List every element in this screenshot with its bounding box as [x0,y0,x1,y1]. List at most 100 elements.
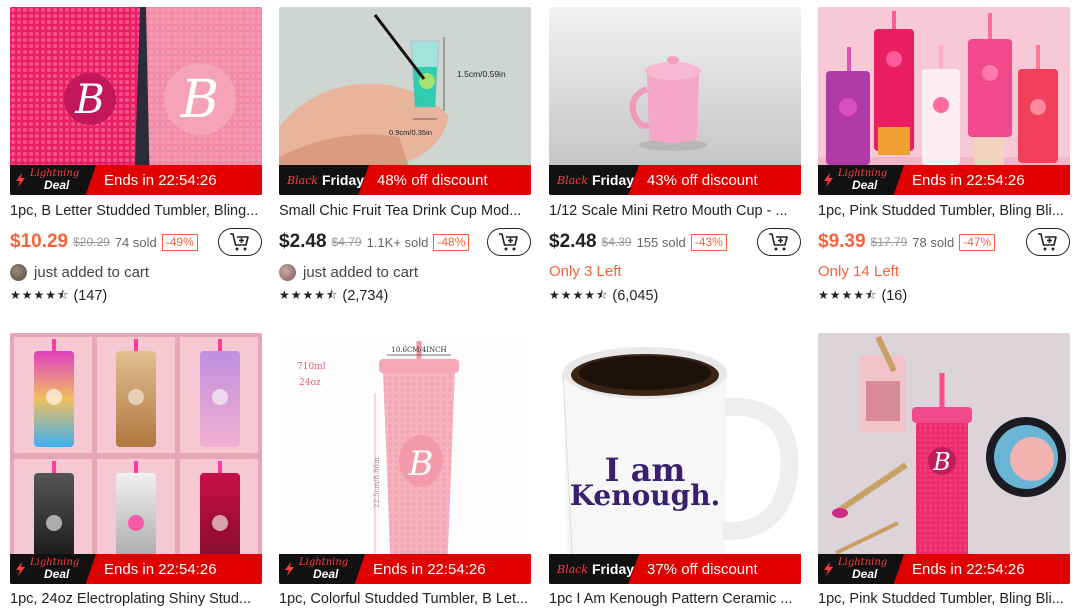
height-dimension-label: 22.5cm/8.86in [373,457,381,508]
product-card[interactable]: Black Friday 43% off discount 1/12 Scale… [549,7,801,305]
product-title[interactable]: 1pc, Pink Studded Tumbler, Bling Bli... [818,202,1070,221]
svg-text:B: B [180,70,219,130]
product-card[interactable]: B Lightning Deal Ends in 22:54:26 1pc, P… [818,333,1070,609]
badge-bottom-text: Deal [44,178,70,192]
lightning-deal-banner: Lightning Deal Ends in 22:54:26 [10,554,262,584]
lightning-deal-badge: Lightning Deal [279,554,365,584]
add-to-cart-button[interactable] [757,228,801,256]
rating: ★★★★⯪ (16) [818,287,1070,305]
product-card[interactable]: I am Kenough. Black Friday 37% off disco… [549,333,801,609]
original-price: $4.39 [601,235,632,249]
discount-badge: -43% [690,233,727,251]
price-row: $10.29 $20.29 74 sold -49% [10,228,262,256]
discount-badge: -47% [959,233,996,251]
badge-bottom-text: Friday [592,172,635,188]
star-rating-icon: ★★★★⯪ [10,287,70,302]
lightning-deal-banner: Lightning Deal Ends in 22:54:26 [818,165,1070,195]
product-card[interactable]: 1.5cm/0.59in 0.9cm/0.35in Black Friday 4… [279,7,531,305]
product-image[interactable]: I am Kenough. Black Friday 37% off disco… [549,333,801,584]
product-card[interactable]: Lightning Deal Ends in 22:54:26 1pc, 24o… [10,333,262,609]
lightning-icon [16,173,25,187]
price-row: $9.39 $17.79 78 sold -47% [818,228,1070,256]
product-image[interactable]: 1.5cm/0.59in 0.9cm/0.35in Black Friday 4… [279,7,531,195]
social-proof: just added to cart [279,263,531,281]
badge-bottom-text: Friday [322,172,365,188]
user-avatar [279,263,296,281]
add-to-cart-button[interactable] [487,228,531,256]
sale-price: $2.48 [279,231,327,252]
lightning-deal-badge: Lightning Deal [10,554,96,584]
volume-oz-label: 24oz [299,378,321,388]
pink-tumbler-dimensions-image: B 10.6CM/4INCH 710ml 24oz 22.5cm/8.86in [279,333,531,584]
product-title[interactable]: Small Chic Fruit Tea Drink Cup Mod... [279,202,531,221]
lightning-deal-banner: Lightning Deal Ends in 22:54:26 [10,165,262,195]
badge-bottom-text: Deal [852,567,878,581]
volume-ml-label: 710ml [297,362,326,372]
countdown-text: Ends in 22:54:26 [373,560,486,578]
product-image[interactable]: Lightning Deal Ends in 22:54:26 [10,333,262,584]
width-dimension-label: 10.6CM/4INCH [391,346,446,354]
product-title[interactable]: 1/12 Scale Mini Retro Mouth Cup - ... [549,202,801,221]
sale-price: $9.39 [818,231,866,252]
sold-count: 78 sold [912,234,955,250]
mug-text-line2: Kenough. [570,479,721,512]
countdown-text: Ends in 22:54:26 [104,171,217,189]
discount-badge: -49% [161,233,198,251]
product-card[interactable]: B 10.6CM/4INCH 710ml 24oz 22.5cm/8.86in … [279,333,531,609]
social-proof-text: just added to cart [34,263,150,281]
user-avatar [10,263,27,281]
discount-text: 48% off discount [377,171,488,189]
review-count: (6,045) [612,288,659,304]
review-count: (147) [73,288,108,304]
price-row: $2.48 $4.39 155 sold -43% [549,228,801,256]
product-image[interactable]: B 10.6CM/4INCH 710ml 24oz 22.5cm/8.86in … [279,333,531,584]
black-friday-badge: Black Friday [549,554,639,584]
discount-text: 43% off discount [647,171,758,189]
lightning-deal-badge: Lightning Deal [818,554,904,584]
add-to-cart-button[interactable] [1026,228,1070,256]
social-proof: just added to cart [10,263,262,281]
lightning-icon [824,173,833,187]
rating: ★★★★⯪ (2,734) [279,287,531,305]
cart-add-icon [1038,233,1057,251]
product-card[interactable]: Lightning Deal Ends in 22:54:26 1pc, Pin… [818,7,1070,305]
electroplated-tumbler-grid-image [10,333,262,584]
price-row: $2.48 $4.79 1.1K+ sold -48% [279,228,531,256]
lightning-deal-banner: Lightning Deal Ends in 22:54:26 [818,554,1070,584]
svg-text:B: B [408,444,434,484]
product-card[interactable]: B B Lightning Deal Ends in 22:54:26 1pc,… [10,7,262,305]
stock-warning: Only 14 Left [818,263,899,280]
sold-count: 74 sold [114,234,157,250]
lightning-deal-badge: Lightning Deal [818,165,904,195]
review-count: (2,734) [342,288,389,304]
product-image[interactable]: Lightning Deal Ends in 22:54:26 [818,7,1070,195]
product-image[interactable]: B B Lightning Deal Ends in 22:54:26 [10,7,262,195]
product-title[interactable]: 1pc, 24oz Electroplating Shiny Stud... [10,590,262,609]
badge-top-text: Black [557,562,588,576]
product-image[interactable]: B Lightning Deal Ends in 22:54:26 [818,333,1070,584]
rating: ★★★★⯪ (6,045) [549,287,801,305]
width-label: 0.9cm/0.35in [389,128,432,137]
product-title[interactable]: 1pc, Pink Studded Tumbler, Bling Bli... [818,590,1070,609]
original-price: $20.29 [73,235,110,249]
star-rating-icon: ★★★★⯪ [549,287,609,302]
black-friday-banner: Black Friday 37% off discount [549,554,801,584]
sale-price: $2.48 [549,231,597,252]
sale-price: $10.29 [10,231,69,252]
product-title[interactable]: 1pc I Am Kenough Pattern Ceramic ... [549,590,801,609]
height-label: 1.5cm/0.59in [457,69,506,79]
kenough-mug-image: I am Kenough. [549,333,801,584]
badge-bottom-text: Friday [592,561,635,577]
lightning-icon [824,562,833,576]
cart-add-icon [499,233,518,251]
countdown-text: Ends in 22:54:26 [104,560,217,578]
product-title[interactable]: 1pc, Colorful Studded Tumbler, B Let... [279,590,531,609]
add-to-cart-button[interactable] [218,228,262,256]
black-friday-badge: Black Friday [549,165,639,195]
sold-count: 1.1K+ sold [366,234,429,250]
product-image[interactable]: Black Friday 43% off discount [549,7,801,195]
product-title[interactable]: 1pc, B Letter Studded Tumbler, Bling... [10,202,262,221]
countdown-text: Ends in 22:54:26 [912,560,1025,578]
discount-badge: -48% [433,233,470,251]
lightning-deal-banner: Lightning Deal Ends in 22:54:26 [279,554,531,584]
